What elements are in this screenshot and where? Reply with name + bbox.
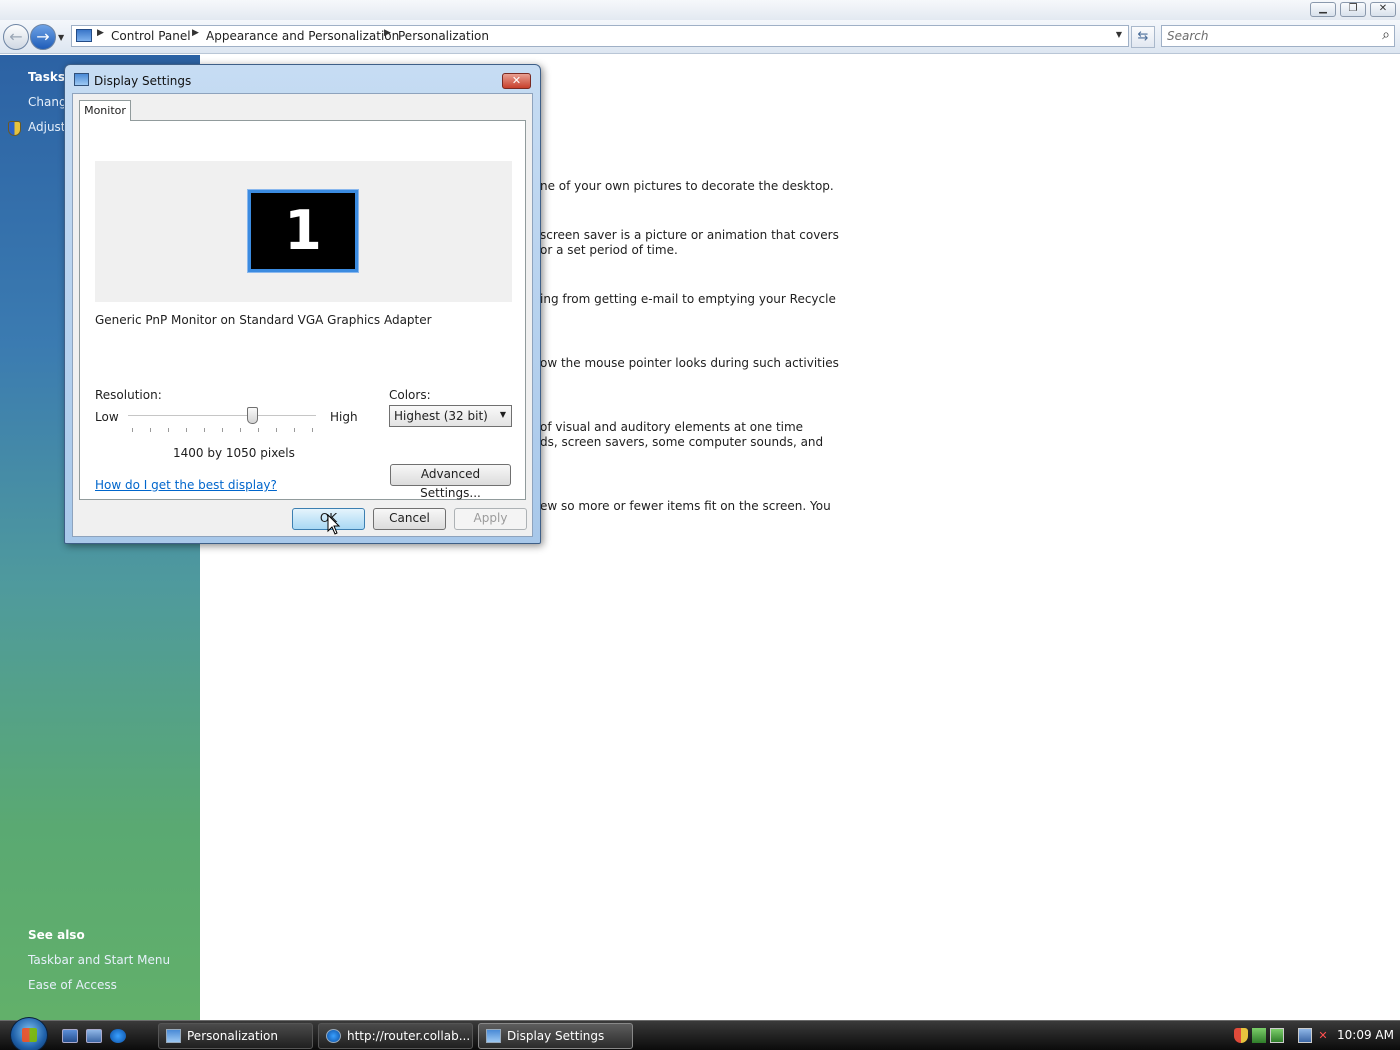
see-also-heading: See also	[28, 928, 85, 942]
forward-button[interactable]: →	[30, 24, 56, 50]
windows-update-icon[interactable]	[1270, 1028, 1284, 1043]
breadcrumb-control-panel[interactable]: Control Panel	[111, 29, 191, 43]
close-window-button[interactable]: ✕	[1370, 2, 1396, 17]
chevron-right-icon[interactable]: ▶	[384, 28, 391, 38]
address-bar[interactable]: ▶ Control Panel ▶ Appearance and Persona…	[71, 25, 1129, 47]
monitor-1-icon[interactable]: 1	[247, 189, 359, 273]
chevron-right-icon[interactable]: ▶	[97, 28, 104, 38]
address-dropdown-icon[interactable]: ▼	[1116, 30, 1122, 39]
clock[interactable]: 10:09 AM	[1337, 1028, 1394, 1042]
monitor-name: Generic PnP Monitor on Standard VGA Grap…	[95, 313, 432, 327]
dialog-body: Monitor 1 Generic PnP Monitor on Standar…	[72, 93, 533, 537]
taskbar-label: Display Settings	[507, 1029, 605, 1043]
resolution-slider-track[interactable]	[128, 415, 316, 417]
mouse-cursor-icon	[327, 514, 341, 535]
display-settings-icon	[486, 1029, 501, 1043]
slider-tick	[186, 428, 187, 432]
monitor-arrangement-area: 1	[95, 161, 512, 302]
search-placeholder: Search	[1167, 29, 1209, 43]
slider-tick	[312, 428, 313, 432]
desktop-background-desc: ne of your own pictures to decorate the …	[540, 179, 834, 193]
slider-tick	[276, 428, 277, 432]
shield-icon	[8, 121, 21, 136]
switch-windows-icon[interactable]	[86, 1029, 102, 1043]
advanced-settings-button[interactable]: Advanced Settings...	[390, 464, 511, 500]
taskbar-display-settings[interactable]: Display Settings	[478, 1023, 633, 1049]
theme-desc-2: ds, screen savers, some computer sounds,…	[540, 435, 824, 449]
back-button[interactable]: ←	[3, 24, 29, 50]
tab-monitor[interactable]: Monitor	[79, 100, 131, 121]
resolution-slider-thumb[interactable]	[246, 407, 258, 424]
personalization-icon	[166, 1029, 181, 1043]
slider-tick	[150, 428, 151, 432]
address-toolbar: ← → ▼ ▶ Control Panel ▶ Appearance and P…	[0, 20, 1400, 54]
display-settings-desc: ew so more or fewer items fit on the scr…	[540, 499, 831, 513]
resolution-value: 1400 by 1050 pixels	[173, 446, 295, 460]
show-desktop-icon[interactable]	[62, 1029, 78, 1043]
high-label: High	[330, 410, 358, 424]
taskbar: Personalization http://router.collab... …	[0, 1017, 1400, 1050]
breadcrumb-appearance[interactable]: Appearance and Personalization	[206, 29, 399, 43]
colors-label: Colors:	[389, 388, 431, 402]
monitor-tab-panel: 1 Generic PnP Monitor on Standard VGA Gr…	[79, 120, 526, 500]
search-input[interactable]: Search ⌕	[1161, 25, 1395, 47]
windows-logo-icon	[22, 1028, 37, 1042]
screen-saver-desc-1: screen saver is a picture or animation t…	[540, 228, 839, 242]
colors-selected-value: Highest (32 bit)	[394, 409, 488, 423]
display-settings-dialog: Display Settings ✕ Monitor 1 Generic PnP…	[64, 64, 541, 544]
apply-button[interactable]: Apply	[454, 508, 527, 530]
dialog-title: Display Settings	[94, 74, 192, 88]
slider-tick	[294, 428, 295, 432]
display-settings-icon	[74, 73, 89, 86]
internet-explorer-icon[interactable]	[110, 1029, 126, 1043]
internet-explorer-icon	[326, 1029, 341, 1043]
taskbar-browser[interactable]: http://router.collab...	[318, 1023, 473, 1049]
breadcrumb-personalization[interactable]: Personalization	[398, 29, 489, 43]
slider-tick	[204, 428, 205, 432]
restore-button[interactable]: ❐	[1340, 2, 1366, 17]
volume-muted-icon[interactable]: ✕	[1316, 1028, 1330, 1043]
task-link-adjust[interactable]: Adjust	[28, 120, 66, 134]
search-icon[interactable]: ⌕	[1382, 27, 1390, 43]
tasks-heading: Tasks	[28, 70, 66, 84]
minimize-button[interactable]: ▁	[1310, 2, 1336, 17]
resolution-label: Resolution:	[95, 388, 162, 402]
dialog-close-button[interactable]: ✕	[502, 73, 531, 89]
taskbar-label: Personalization	[187, 1029, 278, 1043]
low-label: Low	[95, 410, 119, 424]
colors-select[interactable]: Highest (32 bit) ▼	[389, 405, 512, 427]
sidebar-icon[interactable]	[1252, 1028, 1266, 1043]
see-also-taskbar-link[interactable]: Taskbar and Start Menu	[28, 953, 170, 967]
theme-desc-1: of visual and auditory elements at one t…	[540, 420, 804, 434]
network-icon[interactable]	[1298, 1028, 1312, 1043]
taskbar-label: http://router.collab...	[347, 1029, 471, 1043]
slider-tick	[222, 428, 223, 432]
window-titlebar: ▁ ❐ ✕	[0, 0, 1400, 20]
recent-pages-dropdown-icon[interactable]: ▼	[58, 33, 64, 42]
taskbar-personalization[interactable]: Personalization	[158, 1023, 313, 1049]
security-alert-icon[interactable]	[1234, 1028, 1248, 1043]
chevron-right-icon[interactable]: ▶	[192, 28, 199, 38]
slider-tick	[240, 428, 241, 432]
cancel-button[interactable]: Cancel	[373, 508, 446, 530]
refresh-button[interactable]: ⇆	[1131, 26, 1155, 48]
task-link-change[interactable]: Chang	[28, 95, 67, 109]
start-button[interactable]	[10, 1017, 48, 1050]
slider-tick	[132, 428, 133, 432]
control-panel-icon	[76, 29, 92, 42]
slider-tick	[168, 428, 169, 432]
slider-tick	[258, 428, 259, 432]
screen-saver-desc-2: or a set period of time.	[540, 243, 678, 257]
sounds-desc: ing from getting e-mail to emptying your…	[540, 292, 836, 306]
chevron-down-icon[interactable]: ▼	[500, 410, 506, 419]
best-display-help-link[interactable]: How do I get the best display?	[95, 478, 277, 492]
see-also-ease-link[interactable]: Ease of Access	[28, 978, 117, 992]
mouse-pointers-desc: ow the mouse pointer looks during such a…	[540, 356, 839, 370]
